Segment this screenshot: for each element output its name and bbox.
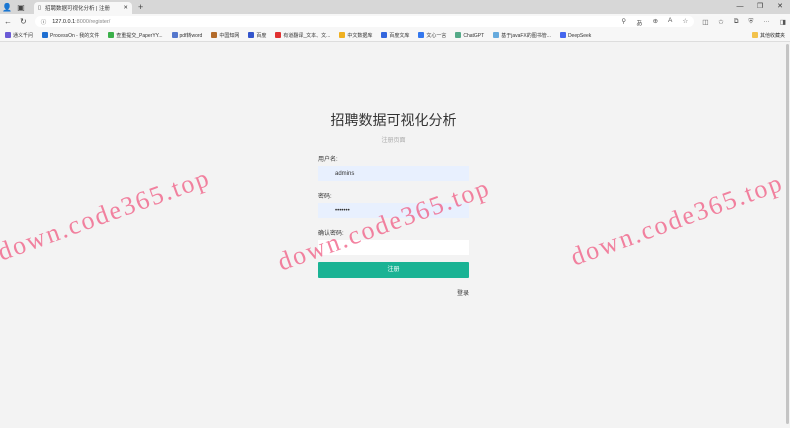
restore-button[interactable]: ❐ <box>750 0 770 14</box>
collections-icon[interactable]: ⧉ <box>734 18 739 26</box>
bookmark-label: 通义千问 <box>13 32 34 39</box>
confirm-password-label: 确认密码: <box>318 231 344 237</box>
bookmark-icon <box>42 31 49 38</box>
info-icon[interactable]: ⓘ <box>41 18 47 26</box>
bookmark-icon <box>275 31 282 38</box>
bookmark-label: 中文数据库 <box>347 32 373 39</box>
bookmark-item[interactable]: 通义千问 <box>5 31 34 39</box>
minimize-button[interactable]: — <box>730 0 750 14</box>
password-input[interactable]: ••••••• <box>318 203 469 218</box>
close-window-button[interactable]: ✕ <box>770 0 790 14</box>
bookmark-icon <box>211 31 218 38</box>
page-title: 招聘数据可视化分析 <box>330 112 457 128</box>
url-host: 127.0.0.1 <box>52 18 76 25</box>
extension-icon[interactable]: ⛨ <box>748 18 753 26</box>
profile-icon[interactable]: 👤 <box>0 3 14 12</box>
new-tab-button[interactable]: + <box>138 2 143 12</box>
username-input[interactable]: admins <box>318 166 469 181</box>
url-path: :8000/register/ <box>75 18 111 25</box>
bookmark-label: 查重提交_PaperYY... <box>116 32 163 39</box>
page-icon: ▯ <box>38 5 42 11</box>
bookmark-icon <box>171 31 178 38</box>
bookmark-item[interactable]: 查重提交_PaperYY... <box>108 31 163 39</box>
bookmark-item[interactable]: 有道翻译_文本、文... <box>275 31 331 39</box>
bookmark-label: ChatGPT <box>463 32 485 39</box>
bookmark-label: 有道翻译_文本、文... <box>283 32 331 39</box>
back-icon[interactable]: ← <box>4 17 12 26</box>
folder-icon <box>751 31 758 38</box>
bookmark-item[interactable]: 基于javaFX的图书管... <box>493 31 551 39</box>
password-label: 密码: <box>318 194 332 200</box>
sidebar-icon[interactable]: ◨ <box>780 18 786 26</box>
bookmark-item[interactable]: 中国知网 <box>211 31 240 39</box>
page-subtitle: 注册页面 <box>381 138 406 144</box>
bookmark-label: ProcessOn - 我的文件 <box>50 32 100 39</box>
other-bookmarks-label: 其他收藏夹 <box>759 32 785 39</box>
username-label: 用户名: <box>318 157 338 163</box>
bookmark-icon <box>108 31 115 38</box>
bookmark-label: 百度文库 <box>389 32 410 39</box>
translate-icon[interactable]: あ <box>636 17 643 27</box>
zoom-icon[interactable]: ⊕ <box>653 17 658 27</box>
bookmark-label: 基于javaFX的图书管... <box>501 32 551 39</box>
split-screen-icon[interactable]: ◫ <box>702 18 708 26</box>
read-aloud-icon[interactable]: A <box>668 17 672 27</box>
login-link[interactable]: 登录 <box>318 288 469 297</box>
bookmark-item[interactable]: 中文数据库 <box>339 31 373 39</box>
register-button[interactable]: 注册 <box>318 262 469 278</box>
key-icon[interactable]: ⚲ <box>621 17 626 27</box>
scrollbar[interactable] <box>786 44 789 424</box>
tab-register[interactable]: ▯ 招聘数据可视化分析 | 注册 ✕ <box>34 2 132 14</box>
tab-actions-icon[interactable]: ▣ <box>14 3 28 12</box>
bookmark-label: DeepSeek <box>567 32 592 39</box>
bookmark-icon <box>248 31 255 38</box>
page-content: 招聘数据可视化分析 注册页面 用户名: admins 密码: ••••••• 确… <box>0 42 790 428</box>
tab-title: 招聘数据可视化分析 | 注册 <box>45 6 111 12</box>
address-bar-row: ← ↻ ⓘ 127.0.0.1:8000/register/ ⚲ あ ⊕ A ☆ ◫ ✩ ⧉… <box>0 14 790 29</box>
bookmark-label: pdf转word <box>179 32 203 39</box>
bookmark-icon <box>493 31 500 38</box>
refresh-icon[interactable]: ↻ <box>20 17 27 26</box>
more-icon[interactable]: ··· <box>763 18 770 26</box>
register-form: 招聘数据可视化分析 注册页面 用户名: admins 密码: ••••••• 确… <box>318 110 469 297</box>
bookmark-item[interactable]: ProcessOn - 我的文件 <box>42 31 100 39</box>
bookmark-label: 文心一言 <box>426 32 447 39</box>
bookmark-icon <box>5 31 11 38</box>
bookmark-icon <box>559 31 566 38</box>
bookmark-item[interactable]: ChatGPT <box>455 31 485 39</box>
confirm-password-input[interactable] <box>318 240 469 255</box>
bookmark-icon <box>455 31 462 38</box>
close-tab-icon[interactable]: ✕ <box>123 5 128 11</box>
bookmarks-bar: 通义千问 ProcessOn - 我的文件 查重提交_PaperYY... pdf转w… <box>0 29 790 42</box>
bookmark-item[interactable]: 百度文库 <box>381 31 410 39</box>
bookmark-icon <box>418 31 425 38</box>
bookmark-item[interactable]: 文心一言 <box>418 31 447 39</box>
bookmark-item[interactable]: 百度 <box>248 31 267 39</box>
bookmark-icon <box>381 31 388 38</box>
tab-bar: 👤 ▣ ▯ 招聘数据可视化分析 | 注册 ✕ + — ❐ ✕ <box>0 0 790 14</box>
address-bar[interactable]: ⓘ 127.0.0.1:8000/register/ ⚲ あ ⊕ A ☆ <box>34 16 695 27</box>
bookmark-icon <box>339 31 346 38</box>
bookmark-label: 中国知网 <box>219 32 240 39</box>
favorite-icon[interactable]: ☆ <box>682 17 688 27</box>
other-bookmarks[interactable]: 其他收藏夹 <box>751 31 785 39</box>
bookmark-item[interactable]: DeepSeek <box>559 31 592 39</box>
bookmark-item[interactable]: pdf转word <box>171 31 203 39</box>
bookmark-label: 百度 <box>256 32 267 39</box>
favorites-icon[interactable]: ✩ <box>718 18 723 26</box>
